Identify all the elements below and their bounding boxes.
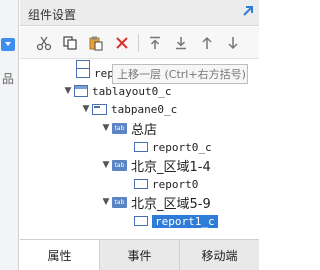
dropdown-toggle-icon[interactable]	[1, 38, 15, 51]
move-down-button[interactable]	[223, 33, 243, 53]
report-icon	[134, 216, 148, 226]
expand-arrow-icon[interactable]: ▼	[80, 103, 92, 115]
tree-node-label: report0	[152, 177, 199, 191]
toolbar	[20, 27, 259, 59]
adjacent-panel-strip: 品	[0, 0, 19, 270]
tree-node-tab-beijing-5-9[interactable]: ▼ tab 北京_区域5-9	[100, 192, 211, 212]
move-bottom-button[interactable]	[171, 33, 191, 53]
layout-icon	[74, 85, 88, 97]
tree-node-tabpane[interactable]: ▼ tabpane0_c	[80, 99, 178, 119]
arrow-down-icon	[228, 37, 238, 50]
tabpane-icon	[92, 103, 107, 115]
scissors-icon	[36, 36, 52, 51]
tree-node-tab-zongdian[interactable]: ▼ tab 总店	[100, 118, 157, 138]
expand-arrow-icon[interactable]: ▼	[100, 196, 112, 208]
move-top-button[interactable]	[145, 33, 165, 53]
adjacent-panel-glyph: 品	[2, 72, 15, 86]
report-icon	[134, 142, 148, 152]
delete-button[interactable]	[112, 33, 132, 53]
tree-node-report[interactable]: report0_c	[134, 137, 212, 157]
tree-node-tab-beijing-1-4[interactable]: ▼ tab 北京_区域1-4	[100, 155, 211, 175]
tab-properties[interactable]: 属性	[20, 240, 100, 270]
tab-icon: tab	[112, 159, 127, 171]
tree-node-label: 北京_区域1-4	[131, 159, 211, 175]
tab-icon: tab	[112, 122, 127, 134]
tree-node-label: 总店	[131, 122, 158, 138]
expand-arrow-icon[interactable]: ▼	[62, 85, 74, 97]
tree-node-tablayout[interactable]: ▼ tablayout0_c	[62, 81, 172, 101]
tab-events[interactable]: 事件	[100, 240, 180, 270]
cut-button[interactable]	[34, 33, 54, 53]
paste-icon	[89, 36, 103, 51]
arrow-up-to-top-icon	[150, 36, 160, 49]
expand-arrow-icon[interactable]: ▼	[100, 122, 112, 134]
tree-node-label: rep	[94, 66, 114, 80]
copy-icon	[63, 36, 77, 50]
bottom-tabs: 属性 事件 移动端	[20, 239, 259, 270]
tree-node-label: report1_c	[152, 214, 218, 228]
tab-mobile[interactable]: 移动端	[180, 240, 259, 270]
toolbar-separator	[138, 34, 139, 52]
arrow-up-icon	[202, 36, 212, 49]
tree-node-label: report0_c	[152, 140, 212, 154]
paste-button[interactable]	[86, 33, 106, 53]
move-up-button[interactable]	[197, 33, 217, 53]
tree-node-label: tabpane0_c	[111, 102, 178, 116]
tree-node-report-selected[interactable]: report1_c	[134, 211, 218, 231]
close-icon	[116, 37, 128, 49]
tab-icon: tab	[112, 196, 127, 208]
tooltip: 上移一层 (Ctrl+右方括号)	[112, 64, 248, 84]
expand-arrow-icon[interactable]	[241, 4, 255, 18]
tree-node-report[interactable]: report0	[134, 174, 198, 194]
copy-button[interactable]	[60, 33, 80, 53]
report-icon	[76, 68, 90, 78]
component-tree: rep ▼ tablayout0_c ▼ tabpane0_c ▼ tab 总店…	[20, 59, 259, 239]
arrow-down-to-bottom-icon	[176, 37, 186, 50]
tree-node-label: 北京_区域5-9	[131, 196, 211, 212]
tree-node-partial-report[interactable]: rep	[76, 63, 114, 83]
tree-node-label: tablayout0_c	[92, 84, 172, 98]
panel-header: 组件设置	[20, 0, 259, 26]
panel-title: 组件设置	[28, 8, 77, 22]
report-icon	[134, 179, 148, 189]
expand-arrow-icon[interactable]: ▼	[100, 159, 112, 171]
